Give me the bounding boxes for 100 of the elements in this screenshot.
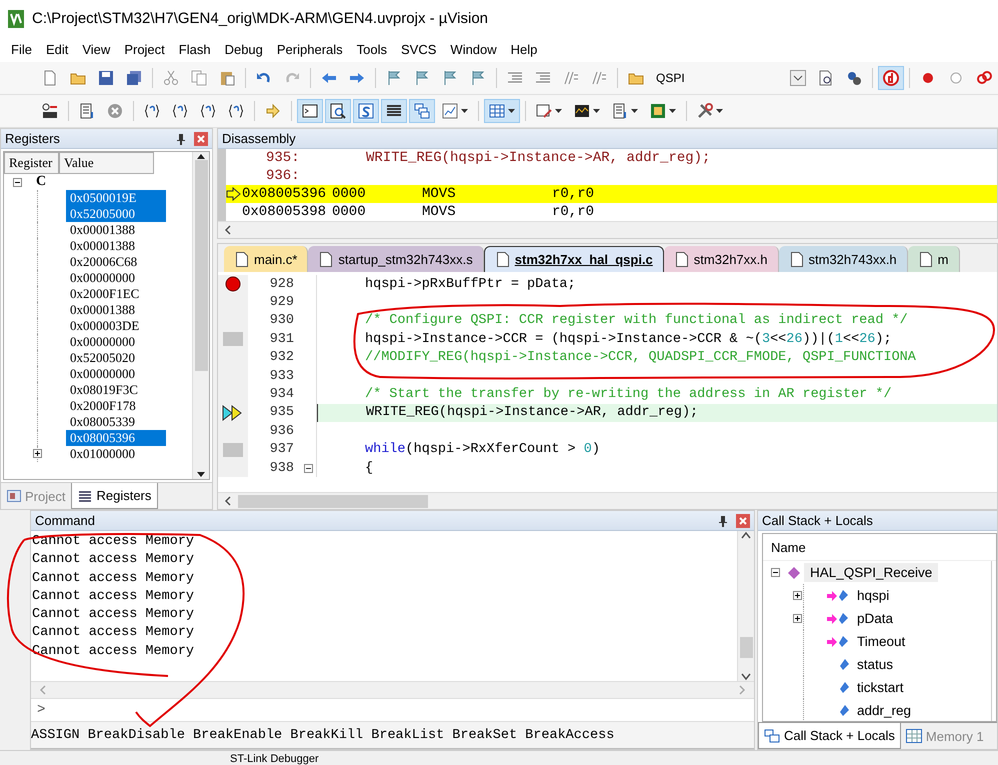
- down-arrow-icon[interactable]: [196, 471, 206, 479]
- menu-item[interactable]: SVCS: [394, 42, 444, 57]
- document-icon[interactable]: [790, 252, 802, 266]
- function-name[interactable]: HAL_QSPI_Receive: [804, 563, 938, 582]
- register-value[interactable]: 0x52005020: [66, 350, 166, 366]
- register-value[interactable]: 0x00000000: [66, 270, 166, 286]
- caret-icon[interactable]: [593, 109, 600, 113]
- register-value[interactable]: 0x08005396: [66, 430, 166, 446]
- menu-item[interactable]: Help: [504, 42, 544, 57]
- menu-item[interactable]: Tools: [350, 42, 394, 57]
- document-icon[interactable]: [676, 252, 688, 266]
- expand-icon[interactable]: [33, 449, 42, 458]
- expand-icon[interactable]: [793, 614, 802, 623]
- caret-icon[interactable]: [555, 109, 562, 113]
- variable-name[interactable]: hqspi: [857, 588, 890, 603]
- stacked-windows-icon[interactable]: [764, 728, 780, 742]
- menu-item[interactable]: Peripherals: [270, 42, 350, 57]
- collapse-icon[interactable]: [13, 178, 22, 186]
- register-value[interactable]: 0x08005339: [66, 414, 166, 430]
- column-header[interactable]: Name: [763, 534, 996, 561]
- register-value[interactable]: 0x00001388: [66, 238, 166, 254]
- gutter-cell[interactable]: [218, 422, 248, 441]
- variable-name[interactable]: tickstart: [857, 680, 904, 695]
- menu-item[interactable]: Edit: [38, 42, 76, 57]
- debug-icon: [883, 70, 899, 86]
- column-header[interactable]: Register: [4, 152, 59, 174]
- project-window-icon[interactable]: [7, 490, 21, 502]
- variable-name[interactable]: addr_reg: [857, 703, 912, 718]
- register-value[interactable]: 0x00001388: [66, 222, 166, 238]
- close-icon[interactable]: [194, 132, 208, 146]
- editor-tab[interactable]: stm32h7xx.h: [664, 246, 778, 272]
- document-icon[interactable]: [920, 252, 932, 266]
- editor-tab[interactable]: stm32h743xx.h: [778, 246, 908, 272]
- register-rows-icon[interactable]: [78, 490, 92, 502]
- variable-name[interactable]: Timeout: [857, 634, 906, 649]
- gutter-cell[interactable]: [218, 312, 248, 330]
- gutter-cell[interactable]: [218, 275, 248, 294]
- horizontal-scrollbar[interactable]: [218, 492, 997, 509]
- scrollbar-thumb[interactable]: [740, 636, 752, 658]
- scrollbar-thumb[interactable]: [238, 494, 428, 508]
- editor-tab[interactable]: main.c*: [224, 246, 308, 272]
- gutter-cell[interactable]: [218, 458, 248, 478]
- caret-icon[interactable]: [669, 109, 676, 113]
- column-header[interactable]: Value: [59, 152, 154, 174]
- register-group-label[interactable]: C: [36, 174, 46, 190]
- register-value[interactable]: 0x00001388: [66, 302, 166, 318]
- register-value[interactable]: 0x01000000: [66, 446, 166, 462]
- document-icon[interactable]: [236, 252, 248, 266]
- pen-window-icon: [536, 103, 552, 119]
- panel-tab[interactable]: Registers: [71, 483, 158, 509]
- register-value[interactable]: 0x2000F178: [66, 398, 166, 414]
- register-value[interactable]: 0x2000F1EC: [66, 286, 166, 302]
- tools-icon: [697, 103, 713, 119]
- toolbar-button[interactable]: [381, 99, 407, 123]
- menu-item[interactable]: View: [75, 42, 118, 57]
- register-value[interactable]: 0x08019F3C: [66, 382, 166, 398]
- variable-name[interactable]: status: [857, 657, 894, 672]
- menu-item[interactable]: Debug: [218, 42, 270, 57]
- expand-icon[interactable]: [793, 591, 802, 600]
- editor-tab[interactable]: stm32h7xx_hal_qspi.c: [484, 246, 664, 272]
- clipboard-icon: [219, 70, 235, 86]
- document-icon[interactable]: [496, 252, 509, 267]
- gutter-cell[interactable]: [218, 330, 248, 349]
- fold-icon[interactable]: [304, 464, 312, 473]
- collapse-icon[interactable]: [771, 568, 780, 577]
- register-value[interactable]: 0x00000000: [66, 334, 166, 350]
- gutter-cell[interactable]: [218, 348, 248, 367]
- caret-icon[interactable]: [716, 109, 723, 113]
- command-input-field[interactable]: >: [31, 698, 754, 722]
- document-icon[interactable]: [320, 252, 332, 266]
- menu-item[interactable]: Project: [117, 42, 172, 57]
- editor-tab[interactable]: startup_stm32h743xx.s: [308, 246, 484, 272]
- caret-icon[interactable]: [631, 109, 638, 113]
- variable-name[interactable]: pData: [857, 611, 894, 626]
- vertical-scrollbar[interactable]: [737, 531, 754, 681]
- grid-window-icon[interactable]: [906, 729, 922, 743]
- editor-tab[interactable]: m: [908, 246, 960, 272]
- up-arrow-icon[interactable]: [196, 152, 206, 160]
- gutter-cell[interactable]: [218, 440, 248, 459]
- menu-item[interactable]: Flash: [172, 42, 218, 57]
- caret-icon[interactable]: [508, 109, 515, 113]
- register-value[interactable]: 0x0500019E: [66, 190, 166, 206]
- horizontal-scrollbar[interactable]: [218, 221, 997, 238]
- pin-icon[interactable]: [176, 132, 186, 144]
- menu-item[interactable]: Window: [443, 42, 504, 57]
- register-value[interactable]: 0x20006C68: [66, 254, 166, 270]
- caret-icon[interactable]: [461, 109, 468, 113]
- target-name[interactable]: QSPI: [656, 71, 685, 85]
- breakpoint-icon[interactable]: [225, 276, 241, 292]
- toolbar-button[interactable]: [325, 99, 351, 123]
- register-value[interactable]: 0x52005000: [66, 206, 166, 222]
- register-value[interactable]: 0x00000000: [66, 366, 166, 382]
- register-value[interactable]: 0x000003DE: [66, 318, 166, 334]
- scrollbar-thumb[interactable]: [194, 160, 208, 372]
- toolbar-button[interactable]: [297, 99, 323, 123]
- panel-tab[interactable]: Call Stack + Locals: [758, 723, 901, 749]
- menu-item[interactable]: File: [4, 42, 39, 57]
- close-icon[interactable]: [736, 514, 750, 528]
- pin-icon[interactable]: [718, 514, 728, 526]
- vertical-scrollbar[interactable]: [192, 152, 209, 479]
